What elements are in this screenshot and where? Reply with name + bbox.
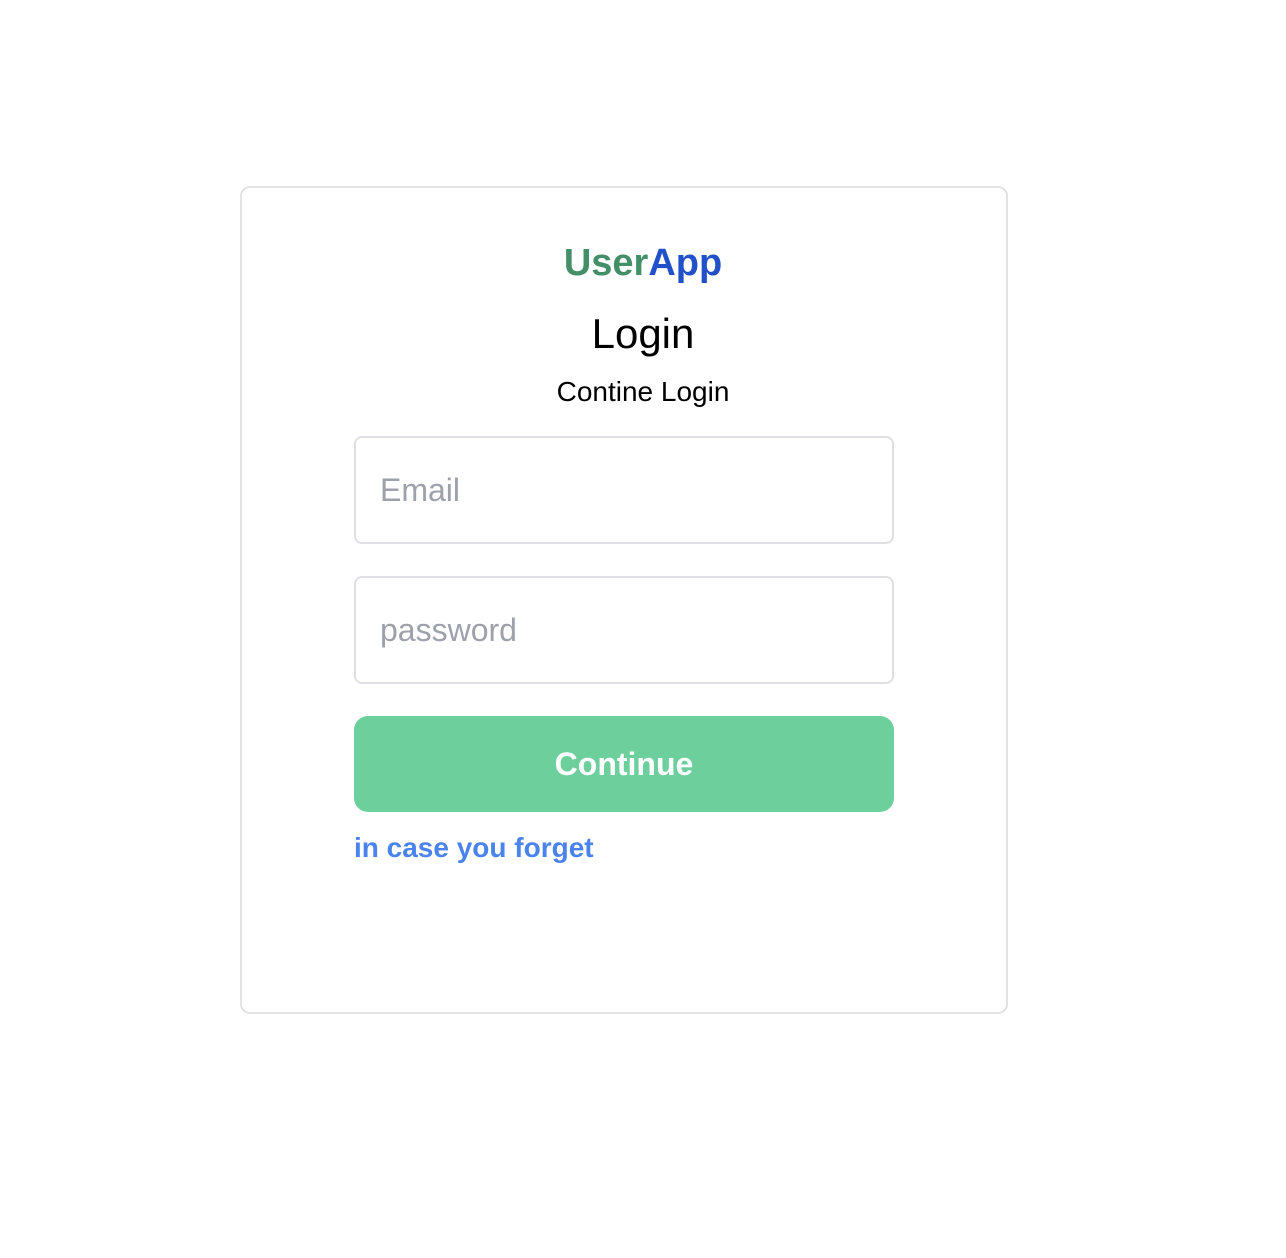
email-field[interactable] [354,436,894,544]
brand-logo-app: App [648,242,723,284]
brand-logo-user: User [563,242,649,284]
page-subtitle: Contine Login [556,376,730,407]
password-field[interactable] [354,576,894,684]
brand-logo: UserApp [0,240,1286,286]
continue-button[interactable]: Continue [354,716,894,812]
page-title: Login [591,310,695,357]
forgot-password-link[interactable]: in case you forget [354,830,594,866]
